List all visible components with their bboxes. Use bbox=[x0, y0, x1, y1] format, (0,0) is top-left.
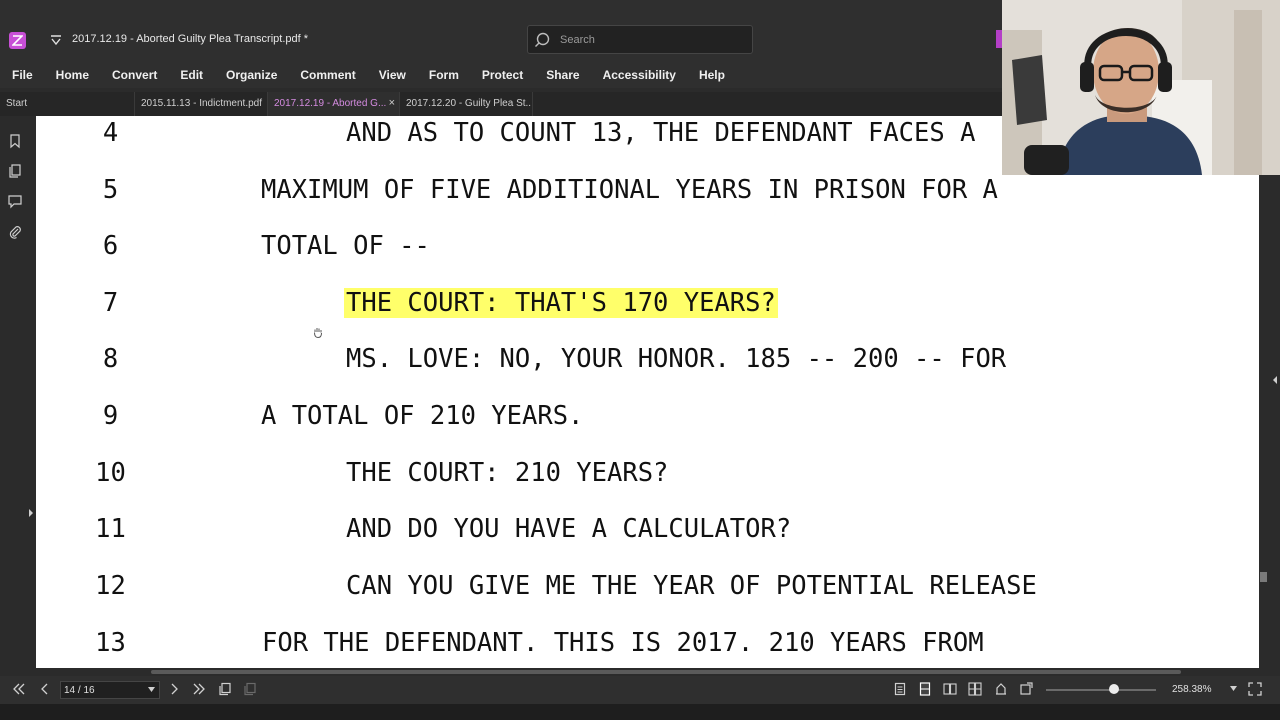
zoom-slider[interactable] bbox=[1046, 689, 1156, 691]
panel-collapse-icon[interactable] bbox=[1272, 375, 1278, 385]
line-text: THE COURT: 210 YEARS? bbox=[346, 458, 669, 488]
sidebar-expand-icon[interactable] bbox=[28, 508, 34, 518]
tab-start[interactable]: Start bbox=[0, 92, 135, 116]
search-icon bbox=[535, 32, 550, 47]
menu-file[interactable]: File bbox=[12, 68, 33, 82]
presenter-video-image bbox=[1002, 0, 1280, 175]
webcam-overlay bbox=[1002, 0, 1280, 175]
transcript-line: 10 THE COURT: 210 YEARS? bbox=[36, 458, 1259, 498]
line-number: 7 bbox=[102, 288, 119, 318]
line-number: 13 bbox=[95, 628, 126, 658]
pages-icon[interactable] bbox=[7, 163, 23, 179]
page-number-value: 14 / 16 bbox=[64, 685, 95, 696]
bookmark-icon[interactable] bbox=[7, 133, 23, 149]
line-text: A TOTAL OF 210 YEARS. bbox=[261, 401, 584, 431]
line-number: 8 bbox=[102, 344, 119, 374]
menu-protect[interactable]: Protect bbox=[482, 68, 523, 82]
line-number: 5 bbox=[102, 175, 119, 205]
tab-label: 2017.12.19 - Aborted G... bbox=[274, 98, 387, 109]
tab-label: 2017.12.20 - Guilty Plea St... bbox=[406, 98, 533, 109]
two-page-icon[interactable] bbox=[943, 682, 957, 696]
menu-comment[interactable]: Comment bbox=[300, 68, 355, 82]
last-page-icon[interactable] bbox=[192, 682, 206, 696]
read-mode-icon[interactable] bbox=[994, 682, 1008, 696]
scrollbar-thumb[interactable] bbox=[151, 670, 1181, 674]
continuous-page-icon[interactable] bbox=[918, 682, 932, 696]
line-text: MAXIMUM OF FIVE ADDITIONAL YEARS IN PRIS… bbox=[261, 175, 998, 205]
line-text: TOTAL OF -- bbox=[261, 231, 430, 261]
chevron-down-icon[interactable] bbox=[148, 687, 155, 692]
line-number: 4 bbox=[102, 118, 119, 148]
transcript-line: 13 FOR THE DEFENDANT. THIS IS 2017. 210 … bbox=[36, 628, 1259, 668]
search-input[interactable]: Search bbox=[527, 25, 753, 54]
transcript-line: 6 TOTAL OF -- bbox=[36, 231, 1259, 271]
transcript-line: 9 A TOTAL OF 210 YEARS. bbox=[36, 401, 1259, 441]
status-bar: 14 / 16 258.38% bbox=[0, 676, 1280, 704]
line-number: 6 bbox=[102, 231, 119, 261]
line-number: 9 bbox=[102, 401, 119, 431]
previous-page-icon[interactable] bbox=[38, 682, 52, 696]
line-number: 10 bbox=[95, 458, 126, 488]
line-number: 11 bbox=[95, 514, 126, 544]
transcript-line: 7 THE COURT: THAT'S 170 YEARS? bbox=[36, 288, 1259, 328]
document-page[interactable]: 4 AND AS TO COUNT 13, THE DEFENDANT FACE… bbox=[36, 116, 1259, 668]
menu-help[interactable]: Help bbox=[699, 68, 725, 82]
fit-page-icon[interactable] bbox=[1019, 682, 1033, 696]
tab-label: 2015.11.13 - Indictment.pdf bbox=[141, 98, 263, 109]
hand-cursor-icon bbox=[314, 328, 322, 338]
menu-share[interactable]: Share bbox=[546, 68, 579, 82]
next-view-icon[interactable] bbox=[243, 682, 257, 696]
close-icon[interactable]: × bbox=[389, 97, 395, 109]
single-page-icon[interactable] bbox=[893, 682, 907, 696]
scrollbar-thumb[interactable] bbox=[1260, 572, 1267, 582]
menu-view[interactable]: View bbox=[379, 68, 406, 82]
fullscreen-icon[interactable] bbox=[1248, 682, 1262, 696]
tab-guilty-plea[interactable]: 2017.12.20 - Guilty Plea St... bbox=[400, 92, 533, 116]
previous-view-icon[interactable] bbox=[218, 682, 232, 696]
chevron-down-icon[interactable] bbox=[1230, 686, 1237, 691]
line-number: 12 bbox=[95, 571, 126, 601]
menu-home[interactable]: Home bbox=[56, 68, 89, 82]
menu-accessibility[interactable]: Accessibility bbox=[603, 68, 676, 82]
line-text: MS. LOVE: NO, YOUR HONOR. 185 -- 200 -- … bbox=[346, 344, 1007, 374]
search-placeholder: Search bbox=[560, 34, 595, 46]
line-text: FOR THE DEFENDANT. THIS IS 2017. 210 YEA… bbox=[262, 628, 984, 658]
line-text: AND AS TO COUNT 13, THE DEFENDANT FACES … bbox=[346, 118, 976, 148]
tab-indictment[interactable]: 2015.11.13 - Indictment.pdf bbox=[135, 92, 268, 116]
highlighted-text[interactable]: THE COURT: THAT'S 170 YEARS? bbox=[344, 288, 778, 318]
line-text: CAN YOU GIVE ME THE YEAR OF POTENTIAL RE… bbox=[346, 571, 1037, 601]
horizontal-scrollbar[interactable] bbox=[36, 668, 1259, 676]
comment-icon[interactable] bbox=[7, 193, 23, 209]
attachment-icon[interactable] bbox=[7, 224, 23, 240]
first-page-icon[interactable] bbox=[12, 682, 26, 696]
zoom-level-value: 258.38% bbox=[1172, 684, 1212, 695]
tab-aborted-guilty-plea[interactable]: 2017.12.19 - Aborted G... × bbox=[268, 92, 400, 116]
window-bottom-edge bbox=[0, 704, 1280, 720]
menu-convert[interactable]: Convert bbox=[112, 68, 157, 82]
two-page-continuous-icon[interactable] bbox=[968, 682, 982, 696]
zoom-slider-handle[interactable] bbox=[1109, 684, 1120, 694]
tab-label: Start bbox=[6, 98, 28, 109]
transcript-line: 12 CAN YOU GIVE ME THE YEAR OF POTENTIAL… bbox=[36, 571, 1259, 611]
next-page-icon[interactable] bbox=[167, 682, 181, 696]
app-logo[interactable] bbox=[9, 32, 26, 49]
chevron-down-icon[interactable] bbox=[49, 33, 63, 47]
window-title: 2017.12.19 - Aborted Guilty Plea Transcr… bbox=[72, 33, 309, 45]
menu-edit[interactable]: Edit bbox=[180, 68, 203, 82]
transcript-line: 8 MS. LOVE: NO, YOUR HONOR. 185 -- 200 -… bbox=[36, 344, 1259, 384]
transcript-line: 11 AND DO YOU HAVE A CALCULATOR? bbox=[36, 514, 1259, 554]
transcript-line: 5 MAXIMUM OF FIVE ADDITIONAL YEARS IN PR… bbox=[36, 175, 1259, 215]
menu-organize[interactable]: Organize bbox=[226, 68, 277, 82]
pdf-logo-icon bbox=[12, 35, 23, 46]
vertical-scrollbar[interactable] bbox=[1259, 116, 1280, 668]
left-sidebar bbox=[0, 116, 33, 668]
page-number-field[interactable]: 14 / 16 bbox=[60, 681, 160, 699]
zoom-level-field[interactable]: 258.38% bbox=[1169, 681, 1241, 699]
line-text: AND DO YOU HAVE A CALCULATOR? bbox=[346, 514, 792, 544]
menu-form[interactable]: Form bbox=[429, 68, 459, 82]
